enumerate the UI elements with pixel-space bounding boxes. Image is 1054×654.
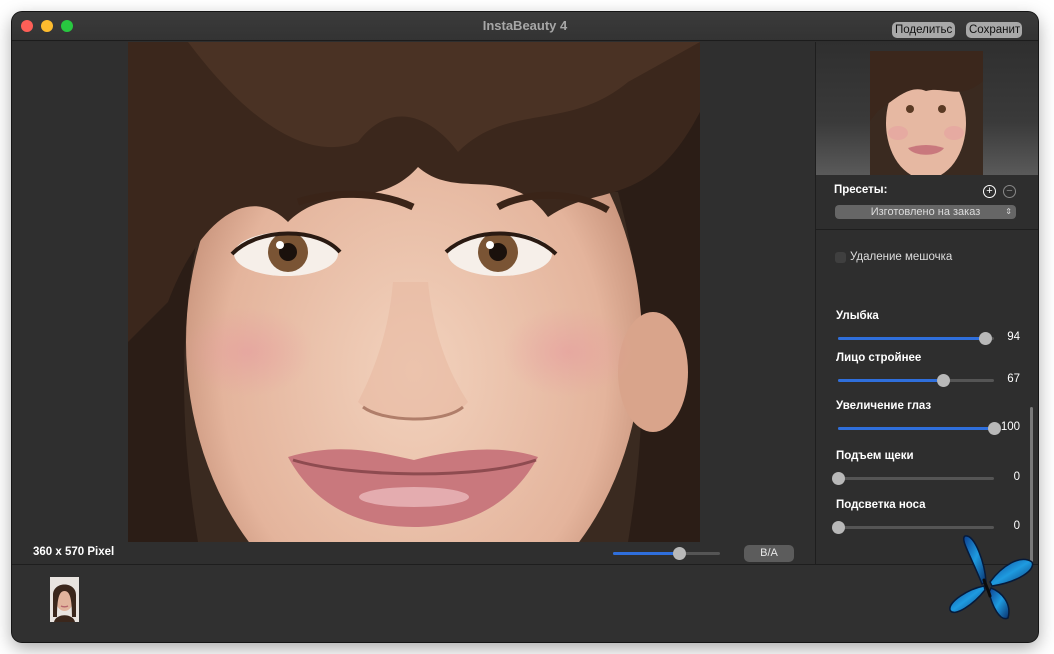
- adjustment-slider-fill: [838, 427, 994, 430]
- filmstrip-thumbnail[interactable]: [50, 577, 79, 622]
- presets-label: Пресеты:: [834, 184, 888, 196]
- adjustment-label: Увеличение глаз: [836, 400, 932, 412]
- preset-select-value: Изготовлено на заказ: [870, 206, 981, 218]
- adjustment-value: 100: [1000, 421, 1020, 433]
- main-photo[interactable]: [128, 42, 700, 542]
- adjustment-slider-fill: [838, 337, 985, 340]
- pixel-size-info: 360 x 570 Pixel: [33, 546, 115, 558]
- adjustment-label: Подсветка носа: [836, 499, 926, 511]
- zoom-slider[interactable]: [613, 547, 720, 560]
- preset-select[interactable]: Изготовлено на заказ ⇕: [835, 205, 1016, 219]
- butterfly-logo: [940, 534, 1038, 624]
- adjustment-value: 94: [1007, 331, 1020, 343]
- adjustment-slider[interactable]: [838, 422, 1001, 435]
- adjustment-slider[interactable]: [838, 332, 994, 345]
- adjustment-slider-knob[interactable]: [832, 521, 845, 534]
- window-title: InstaBeauty 4: [482, 18, 568, 33]
- adjustment-slider[interactable]: [838, 374, 994, 387]
- adjustment-label: Лицо стройнее: [836, 352, 922, 364]
- adjustment-value: 67: [1007, 373, 1020, 385]
- adjustment-slider-knob[interactable]: [988, 422, 1001, 435]
- zoom-slider-knob[interactable]: [673, 547, 687, 560]
- bag-removal-checkbox[interactable]: [835, 252, 846, 263]
- panel-divider: [816, 229, 1038, 230]
- chevron-updown-icon: ⇕: [1005, 207, 1012, 216]
- adjustment-label: Улыбка: [836, 310, 879, 322]
- adjustment-value: 0: [1013, 520, 1020, 532]
- zoom-slider-fill: [613, 552, 680, 555]
- title-bar: InstaBeauty 4 Поделитьс Сохранит: [12, 12, 1038, 41]
- image-canvas: 360 x 570 Pixel B/A: [12, 42, 815, 564]
- adjustment-slider[interactable]: [832, 472, 994, 485]
- plus-icon[interactable]: +: [983, 185, 996, 198]
- preview-area: [816, 42, 1038, 175]
- adjustment-slider-fill: [838, 379, 943, 382]
- app-window: InstaBeauty 4 Поделитьс Сохранит 360 x 5…: [12, 12, 1038, 642]
- adjustment-label: Подъем щеки: [836, 450, 914, 462]
- adjustment-slider-knob[interactable]: [978, 332, 992, 345]
- adjustment-slider-knob[interactable]: [832, 472, 845, 485]
- adjustment-value: 0: [1013, 471, 1020, 483]
- save-button[interactable]: Сохранит: [966, 22, 1022, 38]
- filmstrip: [12, 565, 1038, 642]
- before-after-button[interactable]: B/A: [744, 545, 794, 562]
- preview-thumbnail: [870, 51, 983, 175]
- adjustment-slider[interactable]: [832, 521, 994, 534]
- adjustment-slider-knob[interactable]: [936, 374, 950, 387]
- minus-icon[interactable]: −: [1003, 185, 1016, 198]
- adjustments-panel: Пресеты: + − Изготовлено на заказ ⇕ Удал…: [816, 42, 1038, 567]
- share-button[interactable]: Поделитьс: [892, 22, 955, 38]
- bag-removal-label: Удаление мешочка: [850, 251, 953, 263]
